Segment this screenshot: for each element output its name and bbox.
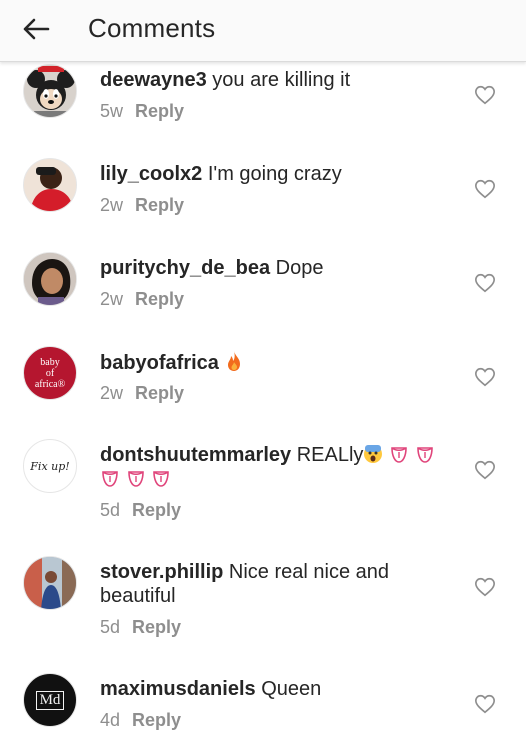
comment-body: you are killing it [212, 69, 351, 91]
back-button[interactable] [20, 13, 52, 45]
comment-text: dontshuutemmarley REALly [100, 443, 455, 491]
heart-icon[interactable] [474, 366, 496, 388]
page-title: Comments [88, 13, 216, 43]
comment-username[interactable]: dontshuutemmarley [100, 444, 291, 466]
reply-button[interactable]: Reply [132, 617, 181, 637]
person-avatar-image [24, 253, 76, 305]
heart-icon[interactable] [474, 459, 496, 481]
comment-meta: 5w Reply [100, 101, 184, 122]
avatar[interactable] [23, 64, 77, 118]
comment-username[interactable]: puritychy_de_bea [100, 257, 270, 279]
comment-age: 2w [100, 289, 124, 309]
heart-icon[interactable] [474, 84, 496, 106]
comment-age: 4d [100, 710, 121, 730]
avatar[interactable] [23, 252, 77, 306]
comment-meta: 2w Reply [100, 195, 184, 216]
avatar[interactable] [23, 556, 77, 610]
comment-meta: 5d Reply [100, 500, 181, 521]
arrow-left-icon [23, 18, 50, 40]
heart-icon[interactable] [474, 576, 496, 598]
tongue-emoji-icon [416, 447, 433, 463]
heart-icon[interactable] [474, 272, 496, 294]
comment-meta: 4d Reply [100, 710, 181, 731]
comment-text: puritychy_de_bea Dope [100, 256, 460, 280]
tongue-emoji-icon [127, 471, 144, 487]
comment-body: I'm going crazy [207, 163, 342, 185]
comment-age: 2w [100, 195, 124, 215]
comment-age: 2w [100, 383, 124, 403]
reply-button[interactable]: Reply [135, 383, 184, 403]
mickey-avatar-image [24, 65, 76, 117]
scream-emoji-icon [364, 445, 383, 463]
reply-button[interactable]: Reply [135, 101, 184, 121]
comment-username[interactable]: babyofafrica [100, 352, 219, 374]
avatar-logo: baby of africa® [34, 356, 66, 390]
comment-text: babyofafrica [100, 350, 460, 375]
comment-username[interactable]: maximusdaniels [100, 678, 256, 700]
comment-body: REALly [296, 444, 364, 466]
comment-text: deewayne3 you are killing it [100, 68, 460, 92]
comment-username[interactable]: stover.phillip [100, 561, 223, 583]
reply-button[interactable]: Reply [135, 289, 184, 309]
avatar[interactable]: baby of africa® [23, 346, 77, 400]
tongue-emoji-icon [391, 447, 407, 463]
comment-body: Queen [261, 678, 322, 700]
comment-username[interactable]: deewayne3 [100, 69, 207, 91]
avatar-logo: Fix up! [30, 459, 70, 473]
comment-text: maximusdaniels Queen [100, 677, 460, 701]
heart-icon[interactable] [474, 693, 496, 715]
top-bar: Comments [0, 0, 526, 62]
comment-age: 5w [100, 101, 124, 121]
avatar[interactable] [23, 158, 77, 212]
avatar-logo: Md [35, 690, 65, 710]
comment-body: Dope [275, 257, 324, 279]
comment-username[interactable]: lily_coolx2 [100, 163, 202, 185]
comment-meta: 2w Reply [100, 383, 184, 404]
fire-emoji-icon [227, 351, 240, 371]
comment-age: 5d [100, 617, 121, 637]
heart-icon[interactable] [474, 178, 496, 200]
tongue-emoji-icon [153, 471, 169, 487]
person-avatar-image [24, 557, 76, 609]
comment-age: 5d [100, 500, 121, 520]
avatar[interactable]: Md [23, 673, 77, 727]
avatar[interactable]: Fix up! [23, 439, 77, 493]
reply-button[interactable]: Reply [132, 500, 181, 520]
reply-button[interactable]: Reply [135, 195, 184, 215]
comment-meta: 2w Reply [100, 289, 184, 310]
comment-meta: 5d Reply [100, 617, 181, 638]
comment-text: lily_coolx2 I'm going crazy [100, 162, 460, 186]
person-avatar-image [24, 159, 76, 211]
comment-text: stover.phillip Nice real nice and beauti… [100, 560, 420, 608]
tongue-emoji-icon [102, 471, 118, 487]
reply-button[interactable]: Reply [132, 710, 181, 730]
